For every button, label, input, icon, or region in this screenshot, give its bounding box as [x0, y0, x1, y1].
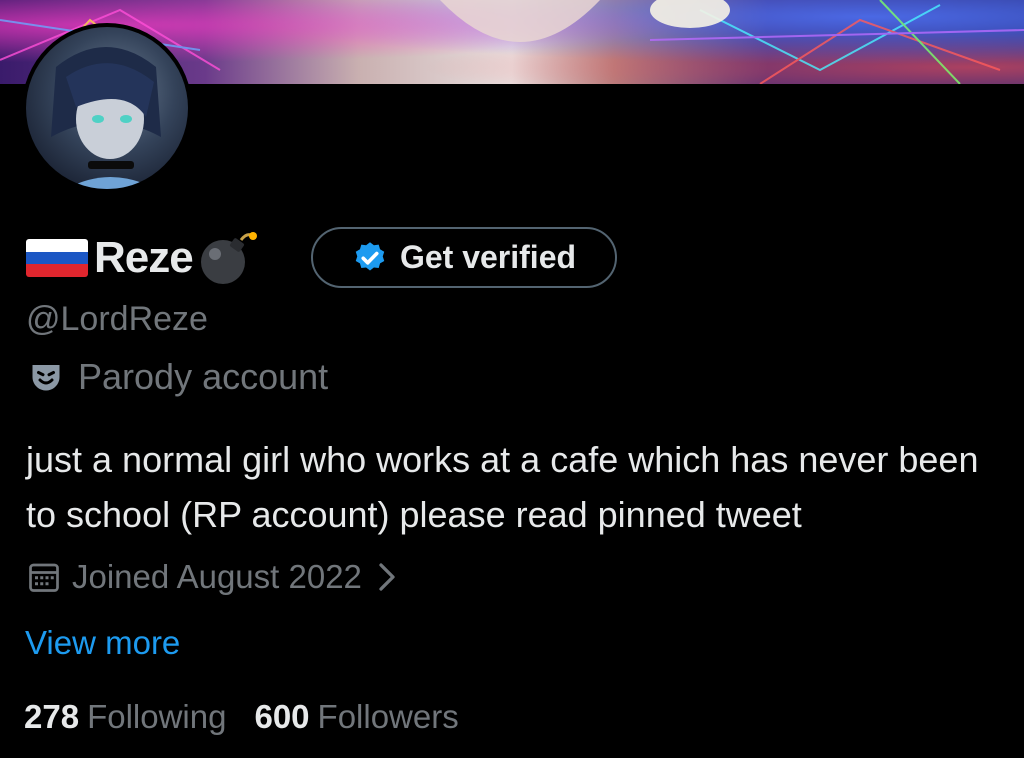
verified-badge-icon [355, 241, 385, 270]
following-label: Following [87, 698, 227, 735]
profile-handle: @LordReze [26, 300, 208, 338]
parody-account-label: Parody account [28, 356, 328, 398]
russian-flag-icon [26, 239, 88, 277]
chevron-right-icon [379, 563, 395, 591]
profile-avatar[interactable] [22, 23, 192, 193]
parody-account-text: Parody account [78, 356, 329, 397]
profile-bio: just a normal girl who works at a cafe w… [26, 439, 979, 535]
get-verified-label: Get verified [399, 239, 577, 275]
following-link[interactable]: 278 Following [24, 698, 226, 736]
calendar-icon [29, 563, 59, 592]
theater-mask-icon [32, 365, 60, 391]
following-count: 278 [24, 698, 80, 735]
view-more-link[interactable]: View more [25, 624, 180, 662]
followers-label: Followers [317, 698, 459, 735]
bomb-icon [200, 232, 257, 284]
display-name: Reze [94, 233, 194, 282]
followers-link[interactable]: 600 Followers [254, 698, 458, 736]
name-row: Reze [26, 228, 259, 288]
joined-date-text: Joined August 2022 [72, 558, 362, 595]
joined-date[interactable]: Joined August 2022 [26, 558, 398, 596]
follow-stats: 278 Following 600 Followers [24, 698, 459, 736]
avatar-image [26, 27, 188, 189]
followers-count: 600 [254, 698, 310, 735]
get-verified-button[interactable]: Get verified [311, 227, 617, 288]
